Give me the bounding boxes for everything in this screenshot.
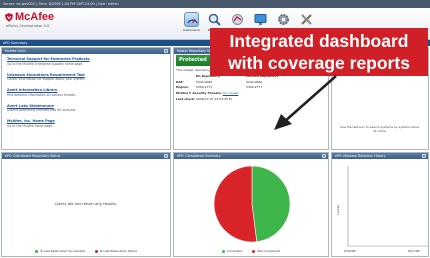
- x-tick-label: 6/26/08: [344, 249, 356, 253]
- tab-epo-summary[interactable]: ePO Summary: [0, 41, 27, 45]
- link-description: Go to the McAfee home page.: [7, 123, 54, 128]
- pie-slice-non-compliant[interactable]: [213, 165, 258, 243]
- mcafee-logo[interactable]: McAfee: [5, 11, 54, 23]
- legend-item: Compliant: [222, 249, 242, 253]
- panel-header: ePO: Malware Detection History: [332, 153, 428, 159]
- product-name: ePolicy Orchestrator 4.0: [6, 24, 50, 28]
- legend-swatch: [94, 249, 98, 253]
- list-item: Technical Support for Enterprise Product…: [7, 57, 165, 66]
- list-item: Avert Labs WebImmune Submit potentially …: [7, 104, 165, 113]
- legend-item: # Last Replication Succeeded: [35, 249, 85, 253]
- legend-item: # Last Replication Failed: [94, 249, 137, 253]
- link-avert-library[interactable]: Avert Information Library: [7, 88, 165, 92]
- list-item: Avert Information Library Find detailed …: [7, 88, 165, 97]
- panel-menu-icon[interactable]: [422, 154, 426, 158]
- panel-menu-icon[interactable]: [322, 154, 326, 158]
- empty-query-message: Query did not return any results.: [54, 201, 118, 206]
- gear-icon: [276, 12, 291, 27]
- callout-line-2: with coverage reports: [228, 53, 410, 73]
- panel-title: McAfee Links: [5, 49, 26, 53]
- link-description: Collect information for support about yo…: [7, 77, 86, 82]
- callout-arrow-icon: [274, 75, 337, 130]
- magnifier-icon: [207, 12, 222, 27]
- panel-menu-icon[interactable]: [164, 49, 168, 53]
- last-check-value: 2008-07-27 12:53:25 EI: [196, 97, 232, 101]
- legend-swatch: [35, 249, 39, 253]
- dashboards-button[interactable]: Dashboards: [182, 12, 201, 36]
- tools-icon: [299, 12, 314, 27]
- link-webimmune[interactable]: Avert Labs WebImmune: [7, 104, 165, 108]
- row-label: Engine:: [176, 85, 189, 89]
- distributed-repository-panel: ePO: Distributed Repository Status Query…: [1, 152, 171, 257]
- panel-header: ePO: Distributed Repository Status: [2, 153, 170, 159]
- chart-legend: Compliant Non-Compliant: [174, 249, 328, 253]
- brand-name: McAfee: [15, 11, 55, 23]
- list-item: Unknown Escalations Requirement Tool Col…: [7, 73, 165, 82]
- legend-label: # Last Replication Failed: [99, 249, 137, 253]
- table-cell: 5344.0000: [196, 79, 213, 84]
- legend-label: Compliant: [227, 249, 243, 253]
- x-tick-label: 6/27/08: [408, 249, 420, 253]
- search-hint: Use the text box to search systems by sy…: [340, 125, 420, 133]
- panel-header: McAfee Links: [2, 48, 170, 54]
- table-cell: 5300.2777: [196, 85, 213, 89]
- chart-legend: # Last Replication Succeeded # Last Repl…: [2, 249, 170, 253]
- link-description: Submit potentially infected files for an…: [7, 108, 77, 113]
- malware-history-panel: ePO: Malware Detection History Counts 6/…: [331, 152, 429, 257]
- panel-title: ePO: Distributed Repository Status: [5, 154, 61, 158]
- legend-label: Non-Compliant: [257, 249, 280, 253]
- brand: McAfee ePolicy Orchestrator 4.0: [5, 11, 54, 28]
- shield-icon: [5, 12, 13, 22]
- dashboard-icon: [184, 12, 199, 27]
- panel-title: ePO: Malware Detection History: [335, 154, 386, 158]
- dashboards-label: Dashboards: [183, 28, 200, 32]
- legend-label: # Last Replication Succeeded: [40, 249, 85, 253]
- network-icon: [230, 12, 245, 27]
- unread-threats-link[interactable]: (1) unread: [223, 91, 239, 95]
- compliance-pie-chart[interactable]: [174, 160, 329, 248]
- table-cell: [176, 74, 196, 78]
- legend-item: Non-Compliant: [252, 249, 280, 253]
- link-escalations-tool[interactable]: Unknown Escalations Requirement Tool: [7, 73, 165, 77]
- row-label: DAT:: [176, 79, 184, 84]
- malware-line-chart[interactable]: [332, 160, 429, 256]
- mcafee-links-panel: McAfee Links Technical Support for Enter…: [1, 47, 171, 150]
- legend-swatch: [222, 249, 226, 253]
- panel-title: ePO: Compliance Summary: [177, 154, 221, 158]
- compliance-summary-panel: ePO: Compliance Summary Compliant Non-Co…: [173, 152, 329, 257]
- panel-header: ePO: Compliance Summary: [174, 153, 328, 159]
- row-label: McAfee® Security Threats:: [176, 91, 222, 95]
- panel-menu-icon[interactable]: [164, 154, 168, 158]
- row-label: Last check:: [176, 97, 196, 101]
- link-description: Find detailed information on various thr…: [7, 92, 76, 97]
- link-description: Go to the McAfee Enterprise Support home…: [7, 61, 84, 66]
- pie-slice-compliant[interactable]: [251, 165, 291, 243]
- link-technical-support[interactable]: Technical Support for Enterprise Product…: [7, 57, 165, 61]
- link-mcafee-home[interactable]: McAfee, Inc. Home Page: [7, 119, 165, 123]
- promo-callout: Integrated dashboard with coverage repor…: [210, 28, 428, 76]
- list-item: McAfee, Inc. Home Page Go to the McAfee …: [7, 119, 165, 128]
- monitor-icon: [253, 12, 268, 27]
- callout-line-1: Integrated dashboard: [229, 31, 409, 51]
- legend-swatch: [252, 249, 256, 253]
- server-info-bar: Server: ea-ws0003 | Time: 6/2008 1:54 PM…: [0, 0, 430, 8]
- links-list: Technical Support for Enterprise Product…: [2, 54, 170, 138]
- y-axis-label: Counts: [336, 204, 341, 216]
